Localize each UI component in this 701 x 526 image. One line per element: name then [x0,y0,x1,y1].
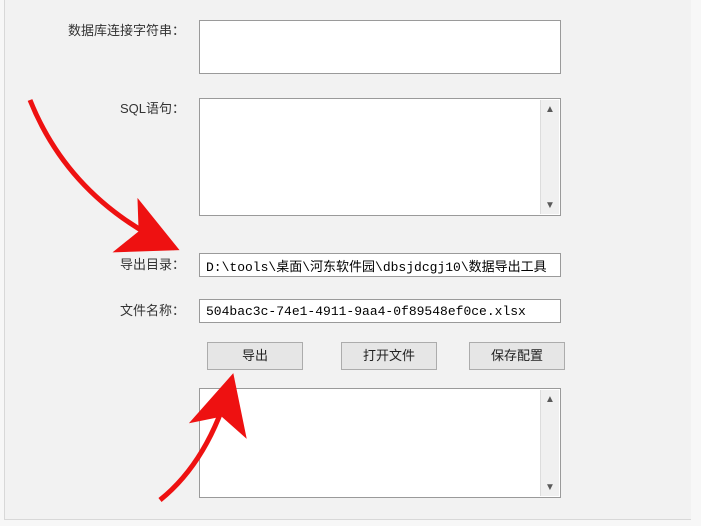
save-config-button[interactable]: 保存配置 [469,342,565,370]
sql-input[interactable] [200,99,560,215]
scroll-down-icon[interactable]: ▼ [541,196,559,214]
conn-string-field[interactable] [199,20,561,74]
label-conn-string: 数据库连接字符串： [5,22,185,40]
export-dir-input[interactable] [200,254,560,276]
export-button[interactable]: 导出 [207,342,303,370]
open-file-button[interactable]: 打开文件 [341,342,437,370]
log-output[interactable] [200,389,560,497]
label-export-dir: 导出目录： [5,256,185,274]
scroll-up-icon[interactable]: ▲ [541,100,559,118]
sql-scrollbar[interactable]: ▲ ▼ [540,100,559,214]
conn-string-input[interactable] [200,21,560,73]
label-sql: SQL语句： [5,100,185,118]
log-field[interactable]: ▲ ▼ [199,388,561,498]
label-file-name: 文件名称： [5,302,185,320]
file-name-input[interactable] [200,300,560,322]
scroll-up-icon[interactable]: ▲ [541,390,559,408]
file-name-field[interactable] [199,299,561,323]
sql-field[interactable]: ▲ ▼ [199,98,561,216]
export-dir-field[interactable] [199,253,561,277]
scroll-down-icon[interactable]: ▼ [541,478,559,496]
log-scrollbar[interactable]: ▲ ▼ [540,390,559,496]
form-panel: 数据库连接字符串： SQL语句： ▲ ▼ 导出目录： 文件名称： 导出 打开文件… [4,0,691,520]
